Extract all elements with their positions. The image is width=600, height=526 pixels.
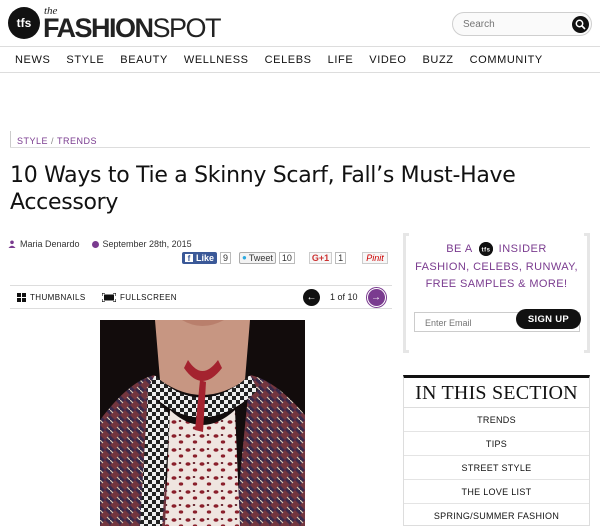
facebook-like-count: 9 xyxy=(220,251,232,264)
arrow-left-icon: ← xyxy=(306,291,317,303)
fullscreen-button[interactable]: FULLSCREEN xyxy=(102,290,177,304)
insider-heading-b: INSIDER xyxy=(498,243,547,255)
nav-life[interactable]: LIFE xyxy=(328,48,354,73)
facebook-like-button[interactable]: f Like xyxy=(182,251,218,264)
insider-subline-1: FASHION, CELEBS, RUNWAY, xyxy=(415,261,578,273)
in-this-section: IN THIS SECTION TRENDS TIPS STREET STYLE… xyxy=(403,375,590,526)
nav-wellness[interactable]: WELLNESS xyxy=(184,48,249,73)
thumbnails-button[interactable]: THUMBNAILS xyxy=(17,290,86,304)
arrow-right-icon: → xyxy=(371,291,382,303)
google-plus-count: 1 xyxy=(335,251,347,264)
search-box xyxy=(452,12,592,36)
twitter-icon: ● xyxy=(242,252,247,262)
model-scarf-photo xyxy=(100,320,305,526)
previous-slide-button[interactable]: ← xyxy=(303,288,320,306)
nav-community[interactable]: COMMUNITY xyxy=(470,48,543,73)
main-nav: NEWS STYLE BEAUTY WELLNESS CELEBS LIFE V… xyxy=(0,48,600,73)
nav-style[interactable]: STYLE xyxy=(66,48,104,73)
section-item-spring-summer-fashion[interactable]: SPRING/SUMMER FASHION xyxy=(404,504,589,525)
tweet-button[interactable]: ● Tweet xyxy=(239,251,276,264)
insider-subheading: FASHION, CELEBS, RUNWAY, FREE SAMPLES & … xyxy=(403,259,590,293)
email-input[interactable] xyxy=(425,316,505,330)
insider-heading-a: BE A xyxy=(446,243,473,255)
search-button[interactable] xyxy=(572,16,589,33)
svg-text:tfs: tfs xyxy=(481,248,490,254)
gallery-pager: ← 1 of 10 → xyxy=(303,286,387,308)
author-icon xyxy=(8,240,16,248)
breadcrumb-divider xyxy=(10,147,590,148)
tfs-logo-icon: tfs xyxy=(478,242,493,256)
insider-signup: BE A tfs INSIDER FASHION, CELEBS, RUNWAY… xyxy=(403,233,590,353)
article-meta: Maria Denardo September 28th, 2015 xyxy=(8,237,192,251)
slide-counter: 1 of 10 xyxy=(330,292,358,302)
publish-date: September 28th, 2015 xyxy=(102,239,192,249)
email-signup-form: SIGN UP xyxy=(414,309,581,332)
nav-beauty[interactable]: BEAUTY xyxy=(120,48,168,73)
grid-icon xyxy=(17,292,26,302)
nav-buzz[interactable]: BUZZ xyxy=(423,48,454,73)
google-plus-button[interactable]: G+1 xyxy=(308,251,333,264)
section-title: IN THIS SECTION xyxy=(404,378,589,408)
thumbnails-label: THUMBNAILS xyxy=(30,292,86,302)
article-title: 10 Ways to Tie a Skinny Scarf, Fall’s Mu… xyxy=(10,163,516,215)
logo-spot: SPOT xyxy=(152,13,222,43)
section-list: TRENDS TIPS STREET STYLE THE LOVE LIST S… xyxy=(404,408,589,525)
next-slide-button[interactable]: → xyxy=(365,286,387,308)
site-header: tfs the FASHIONSPOT xyxy=(0,0,600,47)
tweet-label: Tweet xyxy=(248,252,273,263)
logo-mark-icon: tfs xyxy=(8,7,40,39)
facebook-icon: f xyxy=(185,253,193,263)
nav-video[interactable]: VIDEO xyxy=(369,48,406,73)
nav-news[interactable]: NEWS xyxy=(15,48,50,73)
section-item-tips[interactable]: TIPS xyxy=(404,432,589,456)
svg-text:tfs: tfs xyxy=(17,16,32,30)
facebook-like-label: Like xyxy=(196,252,215,263)
site-logo[interactable]: tfs the FASHIONSPOT xyxy=(7,5,222,43)
author-name[interactable]: Maria Denardo xyxy=(20,239,80,249)
logo-wordmark: the FASHIONSPOT xyxy=(43,5,222,43)
share-bar: f Like 9 ● Tweet 10 G+1 1 Pinit xyxy=(182,251,388,264)
search-icon xyxy=(575,19,586,30)
pinterest-button[interactable]: Pinit xyxy=(362,251,388,264)
insider-heading: BE A tfs INSIDER xyxy=(403,242,590,256)
gallery-image[interactable] xyxy=(100,320,305,526)
tweet-count: 10 xyxy=(278,251,295,264)
nav-celebs[interactable]: CELEBS xyxy=(265,48,312,73)
breadcrumb-trends[interactable]: TRENDS xyxy=(57,136,97,146)
sign-up-button[interactable]: SIGN UP xyxy=(516,309,581,329)
breadcrumb-separator: / xyxy=(51,136,55,146)
section-item-the-love-list[interactable]: THE LOVE LIST xyxy=(404,480,589,504)
breadcrumb-style[interactable]: STYLE xyxy=(17,136,48,146)
fullscreen-label: FULLSCREEN xyxy=(120,292,177,302)
section-item-trends[interactable]: TRENDS xyxy=(404,408,589,432)
search-input[interactable] xyxy=(463,16,573,32)
date-icon xyxy=(91,240,99,248)
logo-fashion: FASHION xyxy=(43,13,154,43)
gallery-toolbar: THUMBNAILS FULLSCREEN ← 1 of 10 → xyxy=(10,285,392,309)
section-item-street-style[interactable]: STREET STYLE xyxy=(404,456,589,480)
breadcrumb: STYLE / TRENDS xyxy=(10,131,97,147)
insider-subline-2: FREE SAMPLES & MORE! xyxy=(425,278,568,290)
fullscreen-icon xyxy=(102,292,116,302)
